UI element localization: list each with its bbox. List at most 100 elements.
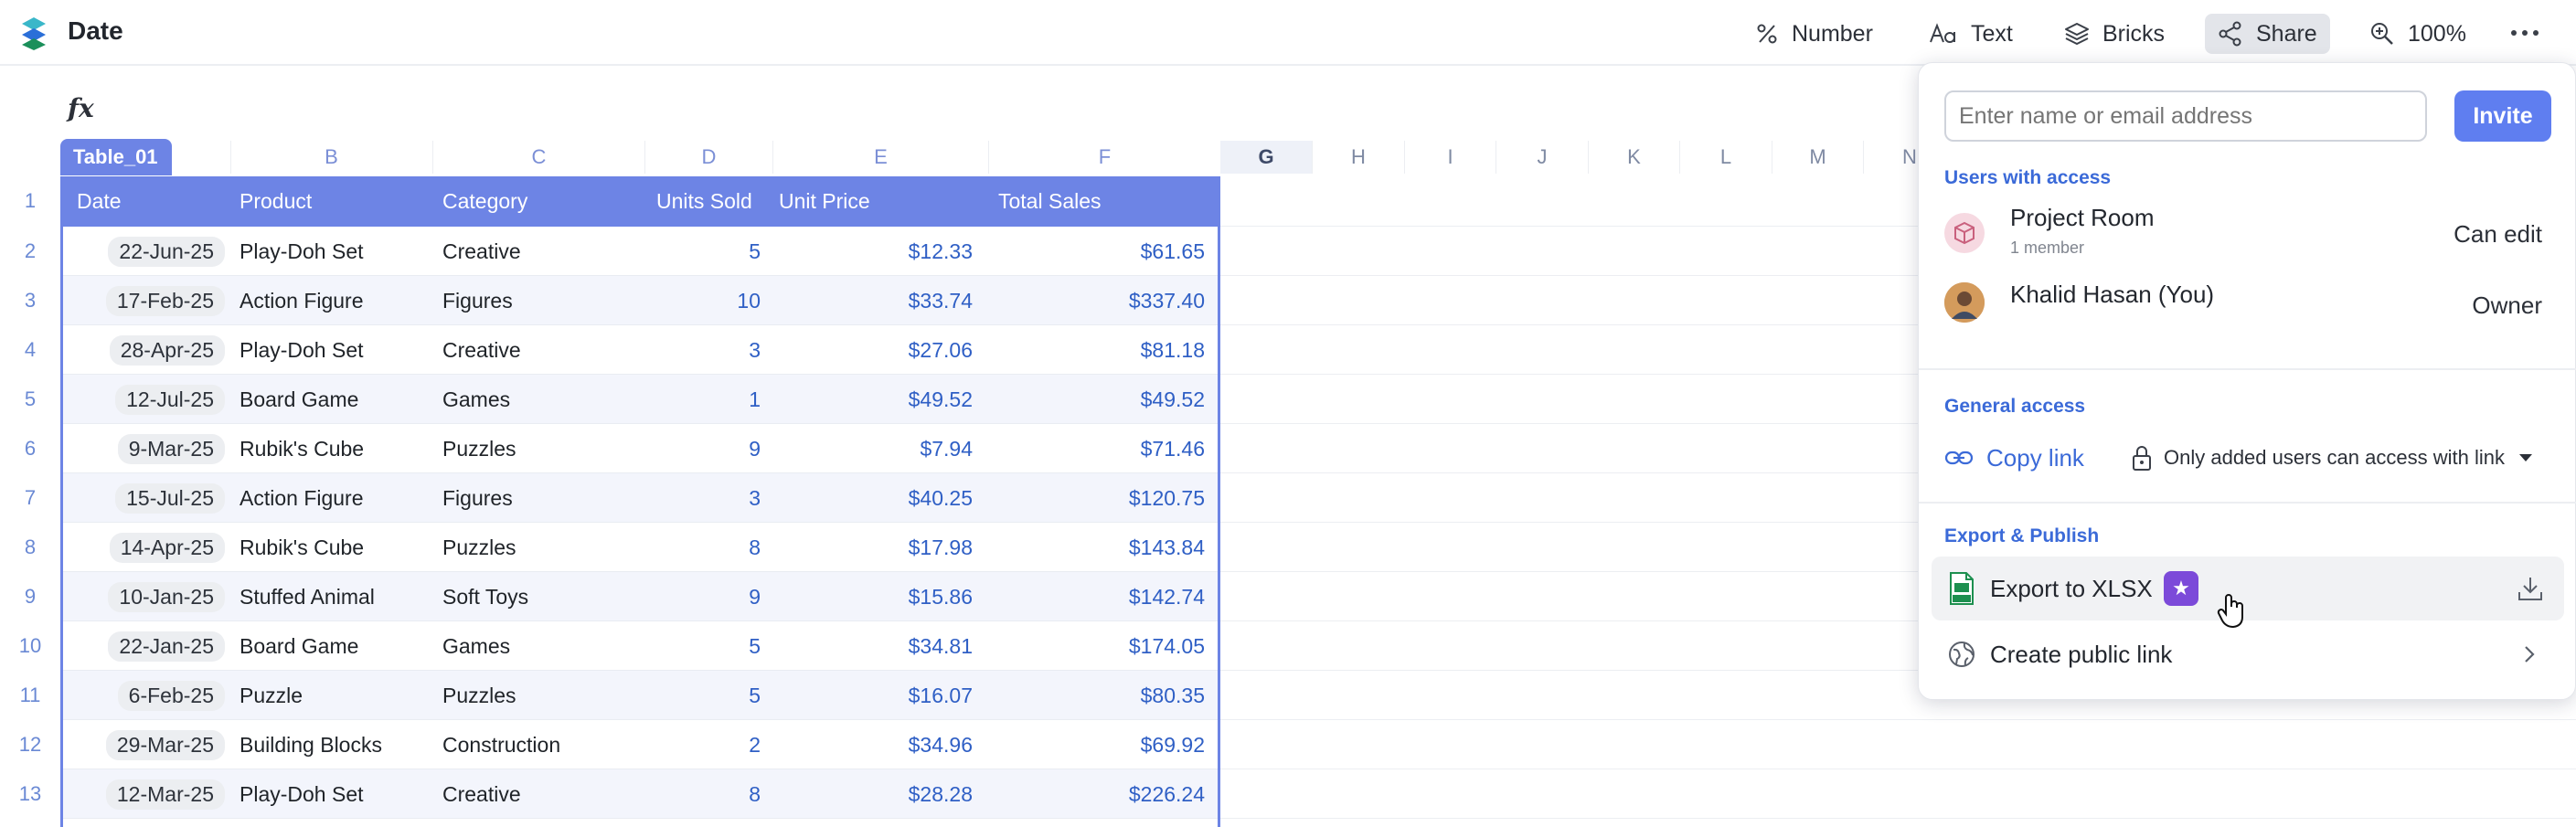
table-name-tab[interactable]: Table_01 [60, 139, 172, 175]
row-number[interactable]: 10 [0, 621, 60, 671]
download-icon[interactable] [2517, 575, 2544, 602]
total-cell[interactable]: $61.65 [989, 227, 1205, 276]
column-header-k[interactable]: K [1589, 141, 1680, 174]
category-cell[interactable]: Games [442, 621, 510, 671]
header-total-sales[interactable]: Total Sales [998, 176, 1102, 227]
date-chip[interactable]: 10-Jan-25 [108, 581, 225, 612]
total-cell[interactable]: $226.24 [989, 769, 1205, 819]
header-product[interactable]: Product [240, 176, 312, 227]
product-cell[interactable]: Stuffed Animal [240, 572, 375, 621]
invite-email-input[interactable] [1944, 90, 2427, 142]
row-number[interactable]: 6 [0, 424, 60, 473]
table-row[interactable]: 10-Jan-25 Stuffed Animal Soft Toys 9 $15… [60, 572, 1220, 621]
price-cell[interactable]: $34.96 [773, 720, 973, 769]
product-cell[interactable]: Play-Doh Set [240, 769, 364, 819]
units-cell[interactable]: 5 [645, 671, 761, 720]
date-chip[interactable]: 22-Jan-25 [108, 631, 225, 662]
row-number[interactable]: 13 [0, 769, 60, 819]
row-number[interactable]: 4 [0, 325, 60, 375]
date-chip[interactable]: 12-Jul-25 [115, 384, 225, 415]
document-title[interactable]: Date [68, 16, 123, 46]
column-header-m[interactable]: M [1772, 141, 1864, 174]
table-row[interactable]: 14-Apr-25 Rubik's Cube Puzzles 8 $17.98 … [60, 523, 1220, 572]
price-cell[interactable]: $33.74 [773, 276, 973, 325]
category-cell[interactable]: Puzzles [442, 523, 516, 572]
user-row-owner[interactable]: Khalid Hasan (You) Owner [1944, 281, 2551, 345]
total-cell[interactable]: $69.92 [989, 720, 1205, 769]
category-cell[interactable]: Figures [442, 473, 513, 523]
table-row[interactable]: 17-Feb-25 Action Figure Figures 10 $33.7… [60, 276, 1220, 325]
date-chip[interactable]: 15-Jul-25 [115, 482, 225, 514]
row-number[interactable]: 3 [0, 276, 60, 325]
row-number[interactable]: 5 [0, 375, 60, 424]
date-chip[interactable]: 28-Apr-25 [109, 334, 225, 366]
category-cell[interactable]: Puzzles [442, 424, 516, 473]
date-chip[interactable]: 12-Mar-25 [105, 779, 225, 810]
product-cell[interactable]: Rubik's Cube [240, 424, 364, 473]
units-cell[interactable]: 3 [645, 473, 761, 523]
price-cell[interactable]: $12.33 [773, 227, 973, 276]
bricks-button[interactable]: Bricks [2051, 14, 2177, 54]
column-header-i[interactable]: I [1405, 141, 1496, 174]
total-cell[interactable]: $80.35 [989, 671, 1205, 720]
product-cell[interactable]: Building Blocks [240, 720, 382, 769]
user-row-project-room[interactable]: Project Room 1 member Can edit [1944, 202, 2551, 266]
category-cell[interactable]: Soft Toys [442, 572, 528, 621]
price-cell[interactable]: $40.25 [773, 473, 973, 523]
date-chip[interactable]: 22-Jun-25 [108, 236, 225, 267]
table-row[interactable]: 28-Apr-25 Play-Doh Set Creative 3 $27.06… [60, 325, 1220, 375]
price-cell[interactable]: $28.28 [773, 769, 973, 819]
column-header-g[interactable]: G [1220, 141, 1313, 174]
row-number[interactable]: 7 [0, 473, 60, 523]
product-cell[interactable]: Action Figure [240, 473, 364, 523]
category-cell[interactable]: Figures [442, 276, 513, 325]
text-format-button[interactable]: Text [1916, 14, 2026, 54]
more-menu-button[interactable] [2507, 16, 2543, 49]
table-row[interactable]: 15-Jul-25 Action Figure Figures 3 $40.25… [60, 473, 1220, 523]
price-cell[interactable]: $16.07 [773, 671, 973, 720]
row-number[interactable]: 8 [0, 523, 60, 572]
header-unit-price[interactable]: Unit Price [779, 176, 870, 227]
invite-button[interactable]: Invite [2454, 90, 2551, 142]
price-cell[interactable]: $17.98 [773, 523, 973, 572]
table-row[interactable]: 29-Mar-25 Building Blocks Construction 2… [60, 720, 1220, 769]
app-logo-icon[interactable] [20, 16, 48, 51]
product-cell[interactable]: Play-Doh Set [240, 325, 364, 375]
table-row[interactable]: 6-Feb-25 Puzzle Puzzles 5 $16.07 $80.35 [60, 671, 1220, 720]
row-number[interactable]: 12 [0, 720, 60, 769]
create-public-link-button[interactable]: Create public link [1932, 622, 2564, 686]
price-cell[interactable]: $49.52 [773, 375, 973, 424]
copy-link-button[interactable]: Copy link [1944, 440, 2084, 476]
product-cell[interactable]: Action Figure [240, 276, 364, 325]
units-cell[interactable]: 5 [645, 227, 761, 276]
product-cell[interactable]: Rubik's Cube [240, 523, 364, 572]
product-cell[interactable]: Board Game [240, 621, 358, 671]
category-cell[interactable]: Games [442, 375, 510, 424]
header-date[interactable]: Date [77, 176, 122, 227]
row-number[interactable]: 2 [0, 227, 60, 276]
units-cell[interactable]: 3 [645, 325, 761, 375]
total-cell[interactable]: $142.74 [989, 572, 1205, 621]
total-cell[interactable]: $337.40 [989, 276, 1205, 325]
units-cell[interactable]: 9 [645, 572, 761, 621]
share-button[interactable]: Share [2205, 14, 2330, 54]
units-cell[interactable]: 10 [645, 276, 761, 325]
total-cell[interactable]: $81.18 [989, 325, 1205, 375]
units-cell[interactable]: 1 [645, 375, 761, 424]
table-row[interactable]: 22-Jun-25 Play-Doh Set Creative 5 $12.33… [60, 227, 1220, 276]
column-header-h[interactable]: H [1313, 141, 1405, 174]
units-cell[interactable]: 9 [645, 424, 761, 473]
row-number[interactable]: 11 [0, 671, 60, 720]
table-row[interactable]: 9-Mar-25 Rubik's Cube Puzzles 9 $7.94 $7… [60, 424, 1220, 473]
date-chip[interactable]: 29-Mar-25 [105, 729, 225, 760]
category-cell[interactable]: Creative [442, 325, 521, 375]
price-cell[interactable]: $27.06 [773, 325, 973, 375]
column-header-d[interactable]: D [645, 141, 773, 174]
export-xlsx-button[interactable]: Export to XLSX ★ [1932, 557, 2564, 629]
total-cell[interactable]: $71.46 [989, 424, 1205, 473]
number-format-button[interactable]: Number [1742, 14, 1886, 54]
date-chip[interactable]: 14-Apr-25 [109, 532, 225, 563]
product-cell[interactable]: Puzzle [240, 671, 303, 720]
column-header-e[interactable]: E [773, 141, 989, 174]
category-cell[interactable]: Puzzles [442, 671, 516, 720]
